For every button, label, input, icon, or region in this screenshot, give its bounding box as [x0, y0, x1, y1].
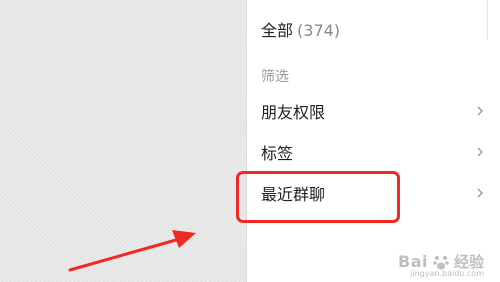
watermark: Bai 经验 jingyan.baidu.com — [398, 251, 484, 278]
paw-icon — [433, 255, 449, 269]
menu-item-all[interactable]: 全部 (374) — [261, 12, 487, 46]
menu-item-all-label: 全部 — [261, 21, 294, 40]
chevron-right-icon — [477, 106, 483, 116]
filter-menu-panel: 全部 (374) 筛选 朋友权限 标签 最近群聊 — [246, 0, 500, 282]
menu-item-tags[interactable]: 标签 — [261, 135, 487, 169]
menu-item-all-text: 全部 (374) — [261, 17, 340, 41]
chevron-right-icon — [477, 147, 483, 157]
panel-divider — [487, 0, 488, 40]
filter-section-title: 筛选 — [261, 69, 289, 85]
background-area — [0, 0, 246, 282]
menu-item-label: 朋友权限 — [261, 103, 326, 122]
chevron-right-icon — [477, 188, 483, 198]
menu-item-friend-permissions[interactable]: 朋友权限 — [261, 94, 487, 128]
watermark-url: jingyan.baidu.com — [410, 269, 484, 278]
menu-item-label: 标签 — [261, 144, 294, 163]
menu-item-all-count: (374) — [297, 21, 341, 40]
highlight-box — [236, 171, 400, 223]
